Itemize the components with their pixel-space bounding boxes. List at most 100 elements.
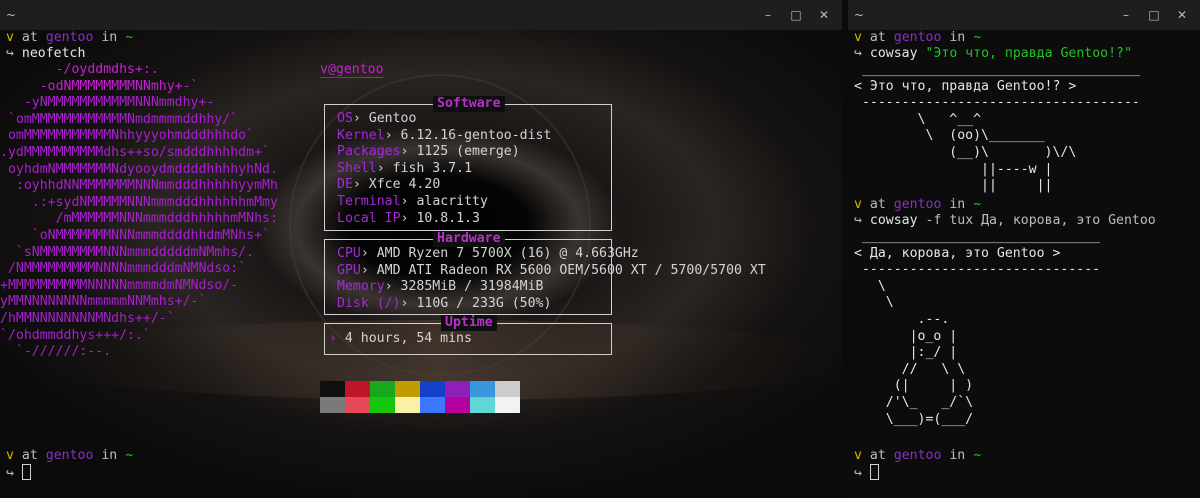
info-key: GPU bbox=[337, 262, 361, 278]
separator-icon: › bbox=[376, 160, 385, 176]
cowsay-output: ___________________________________ < Это… bbox=[854, 62, 1140, 195]
uptime-value: › 4 hours, 54 mins bbox=[329, 331, 472, 346]
terminal-window-right[interactable]: ~ – □ ✕ v at gentoo in ~ ↪ cowsay "Это ч… bbox=[848, 0, 1200, 498]
info-row: Memory› 3285MiB / 31984MiB bbox=[337, 279, 766, 296]
info-value: 1125 (emerge) bbox=[416, 144, 520, 160]
logo-line: `-//////:--. bbox=[0, 344, 112, 360]
info-row: Shell› fish 3.7.1 bbox=[337, 161, 551, 178]
color-swatch bbox=[345, 397, 370, 413]
output-line: ------------------------------ bbox=[854, 262, 1101, 278]
info-row: OS› Gentoo bbox=[337, 111, 551, 128]
color-swatch bbox=[470, 381, 495, 397]
command-line[interactable]: ↪ bbox=[854, 464, 879, 483]
output-line: ||----w | bbox=[854, 161, 1053, 177]
output-line: |o_o | bbox=[854, 328, 958, 344]
titlebar-right[interactable]: ~ – □ ✕ bbox=[848, 0, 1200, 30]
info-value: Gentoo bbox=[368, 111, 417, 126]
logo-line: /NMMMMMMMMMNNNNmmmdddmNMNdso:` bbox=[0, 261, 247, 277]
minimize-icon[interactable]: – bbox=[1118, 7, 1134, 23]
text-cursor bbox=[21, 464, 31, 480]
window-title: ~ bbox=[854, 8, 865, 22]
color-swatch bbox=[395, 381, 420, 397]
logo-line: yMMNNNNNNNNmmmmmNNMmhs+/-` bbox=[0, 294, 207, 310]
output-line: < Да, корова, это Gentoo > bbox=[854, 245, 1061, 261]
info-value: 6.12.16-gentoo-dist bbox=[400, 127, 552, 143]
close-icon[interactable]: ✕ bbox=[816, 7, 832, 23]
color-swatch bbox=[420, 381, 445, 397]
color-swatch bbox=[370, 381, 395, 397]
info-key: Kernel bbox=[337, 127, 385, 143]
logo-line: oyhdmNMMMMMMMNdyooydmddddhhhhyhNd. bbox=[0, 161, 278, 177]
output-line: ___________________________________ bbox=[854, 62, 1140, 77]
logo-line: `omMMMMMMMMMMMMNmdmmmmddhhy/` bbox=[0, 111, 239, 127]
maximize-icon[interactable]: □ bbox=[788, 7, 804, 23]
output-line: < Это что, правда Gentoo!? > bbox=[854, 78, 1077, 94]
prompt-line: v at gentoo in ~ bbox=[6, 448, 134, 463]
logo-line: .:+sydNMMMMMNNNmmmdddhhhhhhmMmy bbox=[0, 194, 278, 210]
color-swatch bbox=[420, 397, 445, 413]
maximize-icon[interactable]: □ bbox=[1146, 7, 1162, 23]
info-key: Local IP bbox=[337, 210, 401, 226]
info-row: GPU› AMD ATI Radeon RX 5600 OEM/5600 XT … bbox=[337, 263, 766, 280]
logo-line: -yNMMMMMMMMMMMNNNmmdhy+- bbox=[0, 95, 215, 111]
output-line: /'\_ _/`\ bbox=[854, 394, 974, 410]
logo-line: :oyhhdNNMMMMMMMNNNmmdddhhhhhyymMh bbox=[0, 178, 278, 194]
command-line: ↪ cowsay "Это что, правда Gentoo!?" bbox=[854, 46, 1132, 61]
separator-icon: › bbox=[400, 193, 409, 209]
info-key: Shell bbox=[337, 160, 377, 176]
logo-line: /hMMNNNNNNNNMNdhs++/-` bbox=[0, 310, 175, 326]
output-line: (| | ) bbox=[854, 378, 974, 394]
info-value: AMD Ryzen 7 5700X (16) @ 4.663GHz bbox=[376, 246, 639, 261]
logo-line: /mMMMMMMNNNmmmdddhhhhhmMNhs: bbox=[0, 211, 278, 227]
info-row: CPU› AMD Ryzen 7 5700X (16) @ 4.663GHz bbox=[337, 246, 766, 263]
logo-line: omMMMMMMMMMMMNhhyyyohmdddhhhdo` bbox=[0, 128, 255, 144]
info-value: Xfce 4.20 bbox=[368, 177, 441, 193]
color-swatch bbox=[470, 397, 495, 413]
logo-line: +MMMMMMMMMMNNNNNmmmmdmNMNdso/- bbox=[0, 277, 239, 293]
info-row: Disk (/)› 110G / 233G (50%) bbox=[337, 296, 766, 313]
output-line: .--. bbox=[854, 311, 950, 327]
info-key: Memory bbox=[337, 279, 385, 295]
minimize-icon[interactable]: – bbox=[760, 7, 776, 23]
separator-icon: › bbox=[352, 177, 361, 193]
info-row: Terminal› alacritty bbox=[337, 194, 551, 211]
color-swatch bbox=[495, 397, 520, 413]
command-line[interactable]: ↪ bbox=[6, 464, 31, 483]
color-swatch bbox=[395, 397, 420, 413]
output-line: // \ \ bbox=[854, 361, 966, 377]
cowsay-tux-output: ______________________________ < Да, коро… bbox=[854, 229, 1100, 428]
info-value: 10.8.1.3 bbox=[416, 210, 480, 226]
software-box: Software OS› Gentoo Kernel› 6.12.16-gento… bbox=[324, 96, 612, 231]
software-label: Software bbox=[433, 96, 505, 112]
command-line: ↪ cowsay -f tux Да, корова, это Gentoo bbox=[854, 213, 1156, 228]
color-swatch bbox=[345, 381, 370, 397]
output-line: (__)\ )\/\ bbox=[854, 144, 1077, 160]
info-value: 3285MiB / 31984MiB bbox=[400, 279, 544, 295]
info-row: Kernel› 6.12.16-gentoo-dist bbox=[337, 128, 551, 145]
info-row: Packages› 1125 (emerge) bbox=[337, 144, 551, 161]
output-line: ______________________________ bbox=[854, 229, 1101, 244]
info-row: DE› Xfce 4.20 bbox=[337, 177, 551, 194]
titlebar-left[interactable]: ~ – □ ✕ bbox=[0, 0, 842, 30]
separator-icon: › bbox=[384, 127, 393, 143]
uptime-box: Uptime › 4 hours, 54 mins bbox=[324, 315, 612, 355]
color-swatch bbox=[445, 381, 470, 397]
color-swatch bbox=[320, 381, 345, 397]
close-icon[interactable]: ✕ bbox=[1174, 7, 1190, 23]
gentoo-ascii-logo: -/oyddmdhs+:. -odNMMMMMMMMNNmhy+-` -yNMM… bbox=[0, 62, 278, 361]
color-swatch bbox=[445, 397, 470, 413]
logo-line: -/oyddmdhs+:. bbox=[0, 62, 159, 77]
terminal-window-left[interactable]: ~ – □ ✕ v at gentoo in ~ ↪ neofetch -/oy… bbox=[0, 0, 842, 498]
output-line: \ bbox=[854, 278, 886, 294]
info-key: OS bbox=[337, 111, 353, 126]
separator-icon: › bbox=[360, 262, 369, 278]
separator-icon: › bbox=[400, 295, 409, 311]
output-line: ----------------------------------- bbox=[854, 95, 1140, 111]
command-line: ↪ neofetch bbox=[6, 46, 86, 61]
text-cursor bbox=[869, 464, 879, 480]
color-swatch bbox=[320, 397, 345, 413]
separator-icon: › bbox=[400, 144, 409, 160]
info-value: AMD ATI Radeon RX 5600 OEM/5600 XT / 570… bbox=[376, 262, 766, 278]
separator-icon: › bbox=[360, 246, 369, 261]
info-value: alacritty bbox=[416, 193, 488, 209]
